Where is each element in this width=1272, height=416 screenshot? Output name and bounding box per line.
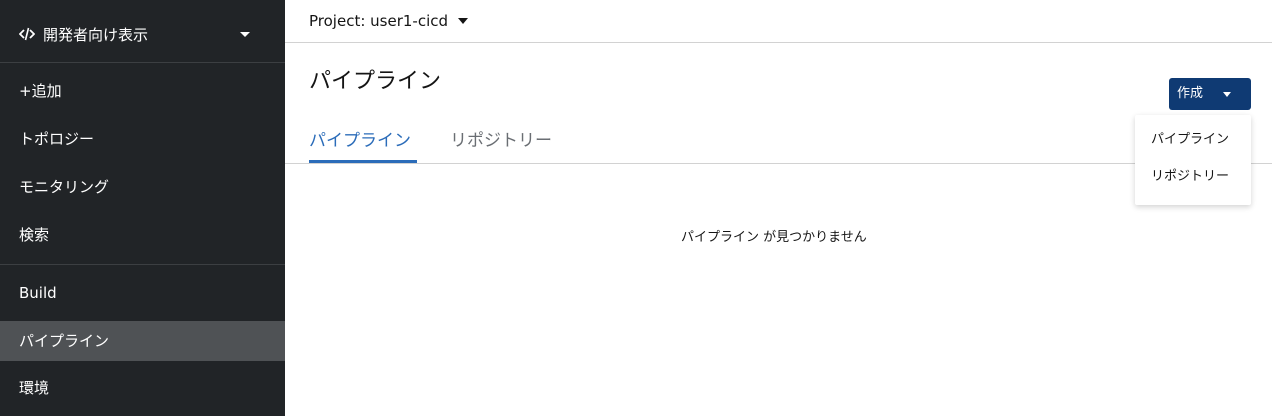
sidebar-item-environments[interactable]: 環境 (0, 368, 285, 408)
perspective-label: 開発者向け表示 (43, 26, 149, 44)
sidebar-item-add[interactable]: +追加 (0, 71, 285, 111)
menu-item-repository[interactable]: リポジトリー (1135, 162, 1251, 192)
menu-item-pipeline[interactable]: パイプライン (1135, 125, 1251, 155)
chevron-down-icon[interactable] (458, 18, 468, 24)
active-tab-indicator (309, 160, 417, 163)
create-dropdown-menu: パイプライン リポジトリー (1135, 115, 1251, 205)
tab-repositories[interactable]: リポジトリー (450, 130, 552, 152)
sidebar-item-topology[interactable]: トポロジー (0, 119, 285, 159)
sidebar-item-label: モニタリング (19, 178, 110, 196)
create-button[interactable]: 作成 (1169, 78, 1251, 110)
sidebar-item-label: 検索 (19, 226, 50, 244)
sidebar-item-label: 環境 (19, 379, 50, 397)
caret-down-icon (1223, 92, 1231, 97)
code-icon (19, 27, 35, 41)
sidebar-item-label: Build (19, 284, 57, 302)
sidebar: 開発者向け表示 +追加 トポロジー モニタリング 検索 Build パイプライン… (0, 0, 285, 416)
project-selector[interactable]: Project: user1-cicd (309, 11, 448, 31)
sidebar-item-build[interactable]: Build (0, 273, 285, 313)
sidebar-item-monitoring[interactable]: モニタリング (0, 167, 285, 207)
empty-state-message: パイプライン が見つかりません (681, 230, 867, 245)
sidebar-divider (0, 264, 285, 265)
menu-item-label: パイプライン (1151, 132, 1230, 147)
menu-item-label: リポジトリー (1151, 169, 1230, 184)
perspective-switcher[interactable]: 開発者向け表示 (0, 0, 285, 63)
chevron-down-icon (240, 32, 250, 37)
project-bar: Project: user1-cicd (285, 0, 1272, 43)
create-button-label: 作成 (1177, 86, 1204, 101)
sidebar-item-label: +追加 (19, 82, 62, 100)
page-title: パイプライン (309, 69, 442, 94)
tab-bar: パイプライン リポジトリー (285, 120, 1272, 164)
sidebar-item-label: パイプライン (19, 332, 110, 350)
sidebar-item-pipelines[interactable]: パイプライン (0, 321, 285, 361)
tab-pipelines[interactable]: パイプライン (309, 130, 411, 152)
sidebar-item-label: トポロジー (19, 130, 95, 148)
sidebar-item-search[interactable]: 検索 (0, 215, 285, 255)
